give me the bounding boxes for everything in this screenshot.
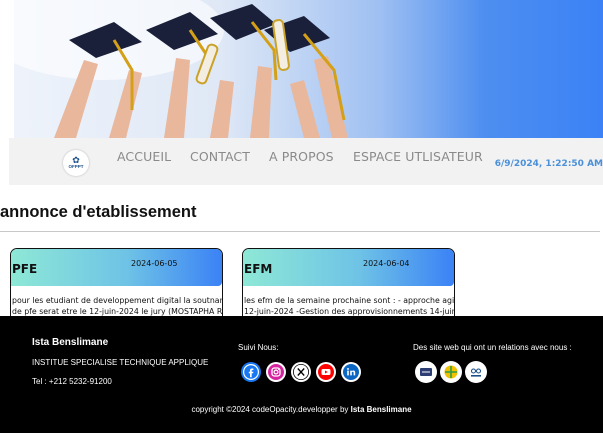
- facebook-icon[interactable]: [241, 362, 261, 382]
- footer-institute: INSTITUE SPECIALISE TECHNIQUE APPLIQUE: [32, 358, 209, 367]
- nav-link-accueil[interactable]: ACCUEIL: [117, 149, 171, 164]
- section-title: annonce d'etablissement: [0, 203, 197, 221]
- card-body-line: les efm de la semaine prochaine sont : -…: [244, 296, 455, 305]
- footer-partners-label: Des site web qui ont un relations avec n…: [413, 343, 572, 352]
- footer-phone: Tel : +212 5232-91200: [32, 377, 112, 386]
- footer-follow-label: Suivi Nous:: [238, 343, 279, 352]
- instagram-icon[interactable]: [266, 362, 286, 382]
- copyright-author: Ista Benslimane: [350, 405, 412, 414]
- youtube-icon[interactable]: [316, 362, 336, 382]
- card-date: 2024-06-04: [363, 259, 410, 268]
- ofppt-logo[interactable]: ✿ OFPPT: [63, 150, 89, 176]
- card-header: EFM 2024-06-04: [243, 249, 454, 286]
- card-date: 2024-06-05: [131, 259, 178, 268]
- card-header: PFE 2024-06-05: [11, 249, 222, 286]
- logo-text: OFPPT: [68, 164, 84, 169]
- partner-logo-2-icon[interactable]: [440, 361, 462, 383]
- copyright-text: copyright ©2024 codeOpacity.developper b…: [191, 405, 349, 414]
- card-body: les efm de la semaine prochaine sont : -…: [244, 295, 454, 317]
- x-icon[interactable]: [291, 362, 311, 382]
- footer: Ista Benslimane INSTITUE SPECIALISE TECH…: [0, 316, 603, 433]
- card-title: EFM: [244, 262, 273, 276]
- card-title: PFE: [12, 262, 38, 276]
- nav-link-espace-utilisateur[interactable]: ESPACE UTLISATEUR: [353, 149, 483, 164]
- card-body-line: pour les etudiant de developpement digit…: [12, 296, 223, 305]
- graduation-caps-image: [14, 0, 348, 138]
- section-divider: [0, 231, 600, 232]
- navbar: ✿ OFPPT ACCUEIL CONTACT A PROPOS ESPACE …: [9, 138, 603, 185]
- footer-copyright: copyright ©2024 codeOpacity.developper b…: [0, 405, 603, 414]
- footer-name: Ista Benslimane: [32, 337, 109, 348]
- page: ✿ OFPPT ACCUEIL CONTACT A PROPOS ESPACE …: [0, 0, 603, 433]
- partner-logo-ofppt-icon[interactable]: [465, 361, 487, 383]
- hero-banner: [14, 0, 603, 138]
- partner-logo-1-icon[interactable]: [415, 361, 437, 383]
- nav-link-contact[interactable]: CONTACT: [190, 149, 250, 164]
- current-datetime: 6/9/2024, 1:22:50 AM: [494, 159, 603, 169]
- card-body: pour les etudiant de developpement digit…: [12, 295, 222, 317]
- linkedin-icon[interactable]: [341, 362, 361, 382]
- logo-mark-icon: ✿: [72, 155, 80, 165]
- nav-link-a-propos[interactable]: A PROPOS: [269, 149, 334, 164]
